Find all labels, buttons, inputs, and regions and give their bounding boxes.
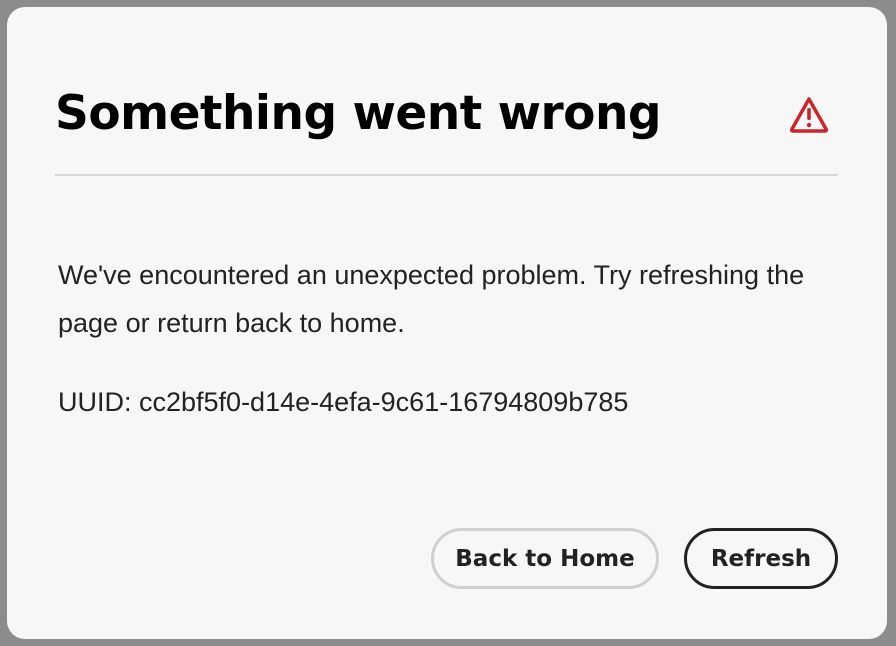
error-message: We've encountered an unexpected problem.…	[58, 260, 805, 338]
back-to-home-button[interactable]: Back to Home	[431, 528, 659, 589]
title-divider	[55, 174, 838, 176]
error-uuid: UUID: cc2bf5f0-d14e-4efa-9c61-16794809b7…	[58, 387, 629, 417]
refresh-button[interactable]: Refresh	[684, 528, 838, 589]
alert-triangle-icon	[789, 97, 829, 133]
error-dialog: Something went wrong We've encountered a…	[7, 7, 887, 639]
dialog-title: Something went wrong	[55, 86, 662, 141]
